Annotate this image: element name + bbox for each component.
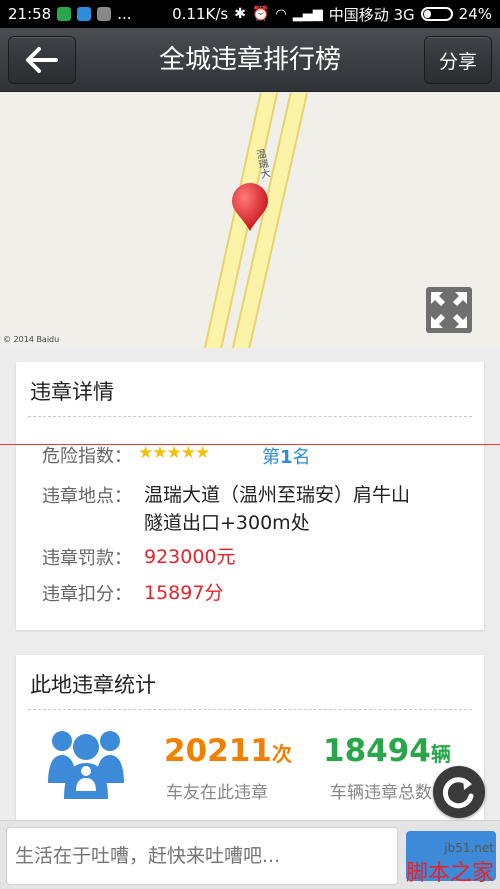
location-label: 违章地点： [42, 486, 132, 507]
risk-stars: ★★★★★ [138, 443, 210, 463]
page-title: 全城违章排行榜 [158, 45, 341, 75]
divider [28, 709, 472, 710]
arrow-left-icon [26, 47, 58, 73]
location-pin-icon[interactable] [230, 183, 270, 233]
count1-unit: 次 [271, 742, 292, 766]
violation-detail-card: 违章详情 危险指数： ★★★★★ 第1名 违章地点： 温瑞大道（温州至瑞安）肩牛… [16, 362, 484, 630]
signal-icon: ▂▄▆ [292, 6, 323, 22]
people-group-icon [48, 731, 124, 799]
local-stats-card: 此地违章统计 20211次 车友在此违章 18494辆 车辆违章总数 [16, 655, 484, 830]
carrier-label: 中国移动 3G [328, 5, 415, 24]
notification-icon [97, 7, 112, 21]
alarm-icon: ⏰ [251, 6, 270, 22]
risk-label: 危险指数： [42, 446, 132, 467]
star-icon: ★ [152, 443, 167, 463]
detail-card-title: 违章详情 [30, 380, 114, 404]
rank-value: 第1名 [262, 443, 311, 469]
count2-number: 18494 [323, 733, 431, 769]
notification-icon [77, 7, 92, 21]
battery-icon [420, 7, 453, 21]
watermark-domain: jb51.net [444, 841, 494, 855]
count2-unit: 辆 [430, 742, 451, 766]
refresh-button[interactable] [433, 766, 485, 818]
wifi-icon: ◠ [275, 6, 287, 22]
comment-input[interactable] [6, 827, 398, 885]
count2-label: 车辆违章总数 [330, 783, 432, 803]
star-icon: ★ [195, 443, 210, 463]
refresh-icon [442, 777, 474, 809]
notification-icon [57, 7, 72, 21]
location-line2: 隧道出口+300m处 [144, 512, 310, 534]
rank-prefix: 第 [262, 447, 280, 468]
count1-label: 车友在此违章 [166, 783, 268, 803]
star-icon: ★ [166, 443, 182, 463]
status-time: 21:58 [8, 5, 52, 23]
divider [28, 416, 472, 417]
count1-number: 20211 [164, 733, 272, 769]
location-line1: 温瑞大道（温州至瑞安）肩牛山 [144, 484, 411, 506]
star-icon: ★ [138, 443, 153, 463]
points-label: 违章扣分： [42, 584, 132, 605]
network-speed: 0.11K/s [172, 5, 229, 23]
status-more: ... [117, 5, 132, 23]
bluetooth-icon: ✱ [234, 6, 246, 22]
expand-icon [431, 292, 467, 328]
stat-block-2: 18494辆 [323, 733, 451, 769]
back-button[interactable] [8, 36, 76, 84]
red-guide-line [0, 444, 500, 445]
rank-suffix: 名 [292, 447, 311, 468]
battery-percent: 24% [458, 5, 492, 23]
title-bar: 全城违章排行榜 分享 [0, 28, 500, 92]
fine-value: 923000元 [144, 546, 236, 568]
fullscreen-button[interactable] [426, 287, 472, 333]
watermark: jb51.net 脚本之家 [406, 841, 494, 887]
fine-label: 违章罚款： [42, 548, 132, 569]
watermark-site: 脚本之家 [405, 861, 494, 886]
share-button[interactable]: 分享 [424, 36, 492, 84]
stat-block-1: 20211次 [164, 733, 292, 769]
status-bar: 21:58 ... 0.11K/s ✱ ⏰ ◠ ▂▄▆ 中国移动 3G 24% [0, 0, 500, 28]
map-view[interactable]: 温瑞大 © 2014 Baidu [0, 93, 500, 348]
star-icon: ★ [180, 443, 196, 463]
map-credit: © 2014 Baidu [3, 335, 60, 344]
stats-card-title: 此地违章统计 [30, 673, 156, 697]
points-value: 15897分 [144, 582, 224, 604]
rank-number: 1 [280, 447, 293, 468]
